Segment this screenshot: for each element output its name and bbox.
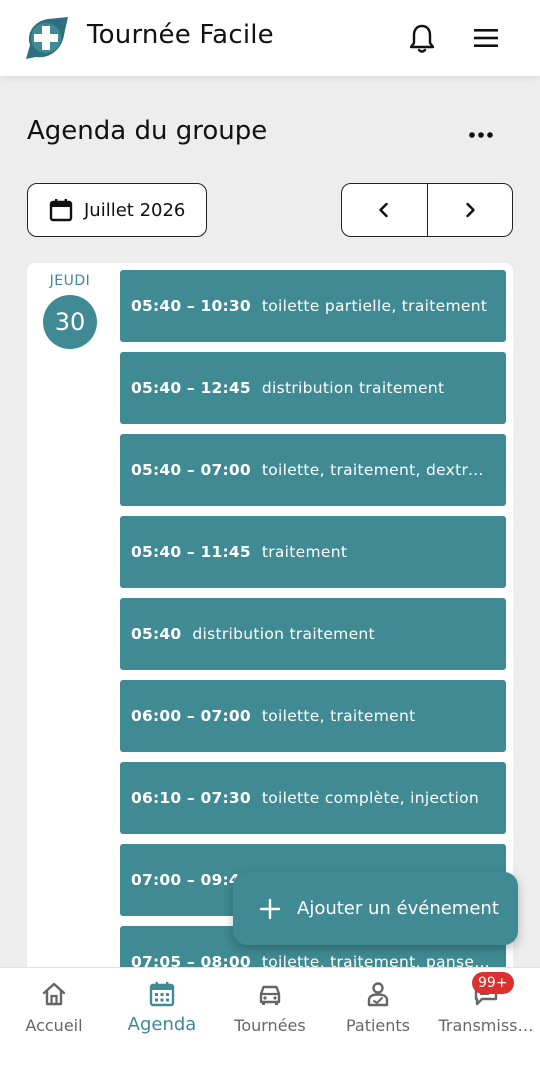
period-navigation <box>341 183 513 237</box>
event-time: 05:40 – 10:30 <box>131 297 251 315</box>
event-time: 05:40 – 07:00 <box>131 461 251 479</box>
event-description: toilette, traitement <box>261 707 416 725</box>
month-label: Juillet 2026 <box>84 199 186 221</box>
event-item[interactable]: 05:40 – 11:45 traitement <box>120 516 506 588</box>
event-description: traitement <box>261 543 348 561</box>
page-title: Agenda du groupe <box>27 116 268 146</box>
calendar-icon <box>49 199 73 222</box>
event-time: 05:40 – 11:45 <box>131 543 251 561</box>
previous-button[interactable] <box>342 184 427 236</box>
day-weekday: JEUDI <box>49 273 91 289</box>
day-number[interactable]: 30 <box>43 295 97 349</box>
event-item[interactable]: 05:40 – 10:30 toilette partielle, traitem… <box>120 270 506 342</box>
hamburger-menu-icon[interactable] <box>472 25 500 51</box>
event-description: distribution traitement <box>192 625 375 643</box>
event-time: 05:40 – 12:45 <box>131 379 251 397</box>
plus-icon <box>259 898 281 919</box>
event-description: toilette partielle, traitement <box>261 297 488 315</box>
event-time: 05:40 <box>131 625 182 643</box>
next-button[interactable] <box>426 184 513 236</box>
calendar-grid-icon <box>149 982 175 1007</box>
add-event-label: Ajouter un événement <box>297 898 499 919</box>
nav-label-tournees: Tournées <box>234 1016 306 1035</box>
event-item[interactable]: 06:00 – 07:00 toilette, traitement <box>120 680 506 752</box>
event-item[interactable]: 05:40 distribution traitement <box>120 598 506 670</box>
event-item[interactable]: 05:40 – 12:45 distribution traitement <box>120 352 506 424</box>
event-description: toilette complète, injection <box>261 789 479 807</box>
month-selector-button[interactable]: Juillet 2026 <box>27 183 207 237</box>
nav-item-tournees[interactable]: Tournées <box>216 968 324 1048</box>
car-icon <box>259 985 281 1005</box>
nav-label-agenda: Agenda <box>127 1014 197 1035</box>
app-title: Tournée Facile <box>87 20 274 50</box>
event-description: distribution traitement <box>261 379 445 397</box>
bottom-navigation: Accueil Agenda Tournées Patients Transmi… <box>0 967 540 1091</box>
event-time: 06:00 – 07:00 <box>131 707 251 725</box>
nav-item-accueil[interactable]: Accueil <box>0 968 108 1048</box>
bell-icon[interactable] <box>407 22 437 54</box>
nav-label-patients: Patients <box>345 1016 411 1035</box>
nav-item-agenda[interactable]: Agenda <box>108 968 216 1048</box>
notification-badge: 99+ <box>472 972 514 994</box>
nav-label-transmissions: Transmiss… <box>438 1016 534 1035</box>
app-header: Tournée Facile <box>0 0 540 76</box>
event-item[interactable]: 06:10 – 07:30 toilette complète, injectio… <box>120 762 506 834</box>
chevron-right-icon <box>466 202 475 218</box>
home-icon <box>42 982 66 1006</box>
patient-icon <box>367 982 389 1007</box>
more-horizontal-icon[interactable] <box>466 120 496 150</box>
event-description: toilette, traitement, dextro, i… <box>261 461 492 479</box>
event-time: 06:10 – 07:30 <box>131 789 251 807</box>
nav-item-patients[interactable]: Patients <box>324 968 432 1048</box>
add-event-button[interactable]: Ajouter un événement <box>233 872 518 945</box>
medical-cross-logo <box>26 17 68 59</box>
event-item[interactable]: 05:40 – 07:00 toilette, traitement, dextr… <box>120 434 506 506</box>
chevron-left-icon <box>379 202 388 218</box>
nav-label-accueil: Accueil <box>25 1016 83 1035</box>
